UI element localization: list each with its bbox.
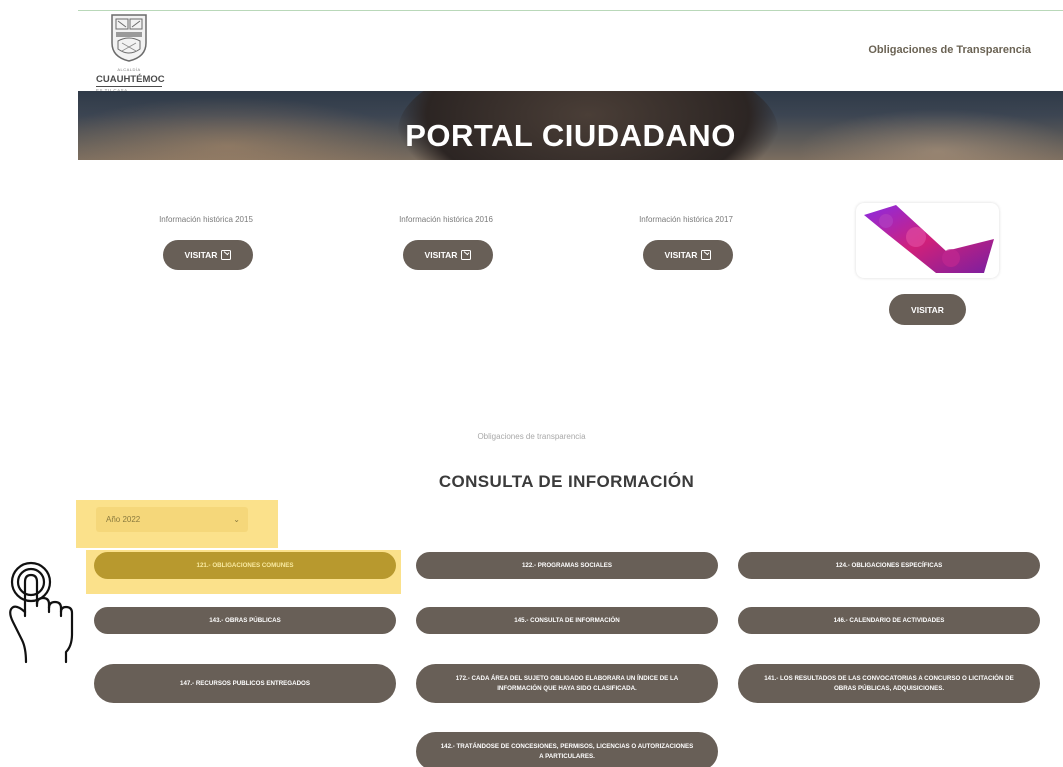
historical-2016: Información histórica 2016 VISITAR <box>346 215 546 270</box>
top-divider <box>78 10 1063 11</box>
historical-label: Información histórica 2015 <box>159 215 253 224</box>
section-subhead: Obligaciones de transparencia <box>477 432 586 441</box>
calendar-check-icon <box>221 250 232 260</box>
visitar-2016-button[interactable]: VISITAR <box>403 240 493 270</box>
obligation-147-button[interactable]: 147.- RECURSOS PUBLICOS ENTREGADOS <box>94 664 396 703</box>
chevron-down-icon: ⌄ <box>233 515 240 524</box>
historical-2015: Información histórica 2015 VISITAR <box>106 215 306 270</box>
logo-top-text: ALCALDÍA <box>117 67 141 72</box>
historical-label: Información histórica 2016 <box>399 215 493 224</box>
page: ALCALDÍA CUAUHTÉMOC ES TU CASA Obligacio… <box>0 0 1063 767</box>
obligation-121-button[interactable]: 121.- OBLIGACIONES COMUNES <box>94 552 396 579</box>
obligation-122-button[interactable]: 122.- PROGRAMAS SOCIALES <box>416 552 718 579</box>
obligation-142-button[interactable]: 142.- TRATÁNDOSE DE CONCESIONES, PERMISO… <box>416 732 718 767</box>
visitar-2017-button[interactable]: VISITAR <box>643 240 733 270</box>
obligation-146-button[interactable]: 146.- CALENDARIO DE ACTIVIDADES <box>738 607 1040 634</box>
nav-obligaciones-transparencia[interactable]: Obligaciones de Transparencia <box>868 44 1031 56</box>
calendar-check-icon <box>461 250 472 260</box>
ribbon-graphic <box>864 205 994 273</box>
historical-label: Información histórica 2017 <box>639 215 733 224</box>
coat-of-arms-icon <box>111 14 147 62</box>
visitar-banner-button[interactable]: VISITAR <box>889 294 966 325</box>
hero-banner: PORTAL CIUDADANO <box>78 91 1063 160</box>
obligation-145-button[interactable]: 145.- CONSULTA DE INFORMACIÓN <box>416 607 718 634</box>
obligation-172-button[interactable]: 172.- CADA ÁREA DEL SUJETO OBLIGADO ELAB… <box>416 664 718 703</box>
year-select-value: Año 2022 <box>106 515 141 524</box>
calendar-check-icon <box>701 250 712 260</box>
logo-name: CUAUHTÉMOC <box>96 74 165 87</box>
cuauhtemoc-logo[interactable]: ALCALDÍA CUAUHTÉMOC ES TU CASA <box>96 13 165 93</box>
button-label: VISITAR <box>184 250 218 260</box>
obligation-141-button[interactable]: 141.- LOS RESULTADOS DE LAS CONVOCATORIA… <box>738 664 1040 703</box>
tap-hand-icon <box>9 561 74 664</box>
obligation-143-button[interactable]: 143.- OBRAS PÚBLICAS <box>94 607 396 634</box>
button-label: VISITAR <box>664 250 698 260</box>
historical-2017: Información histórica 2017 VISITAR <box>586 215 786 270</box>
year-select[interactable]: Año 2022 ⌄ <box>96 507 248 532</box>
section-title: CONSULTA DE INFORMACIÓN <box>438 472 695 491</box>
hero-title: PORTAL CIUDADANO <box>405 118 736 153</box>
visitar-2015-button[interactable]: VISITAR <box>163 240 253 270</box>
obligation-124-button[interactable]: 124.- OBLIGACIONES ESPECÍFICAS <box>738 552 1040 579</box>
button-label: VISITAR <box>424 250 458 260</box>
promo-ribbon-image[interactable] <box>856 203 999 278</box>
